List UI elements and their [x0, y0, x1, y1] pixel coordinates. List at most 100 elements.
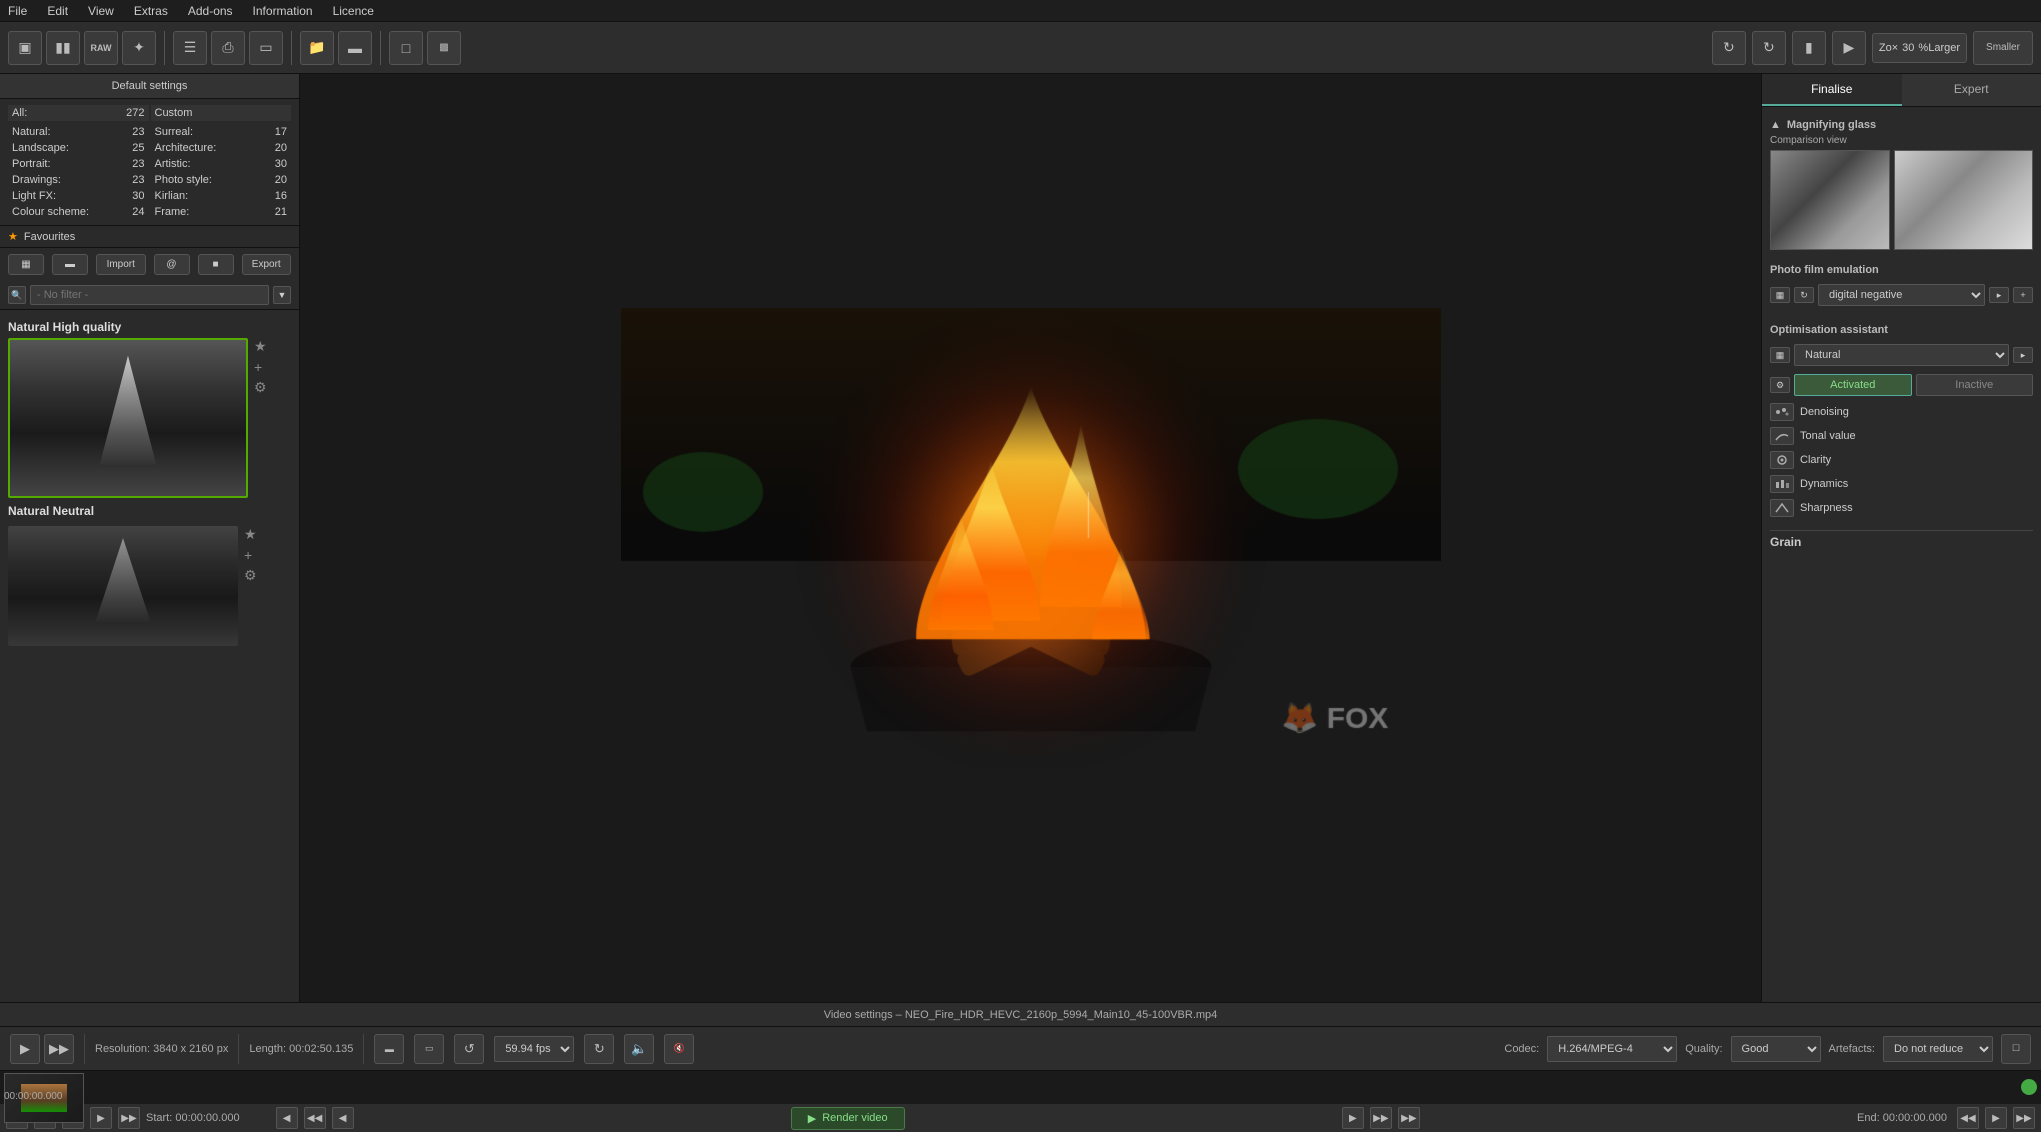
colour-label: Colour scheme: — [12, 206, 89, 218]
clarity-label: Clarity — [1800, 454, 2033, 466]
tb-smaller-btn[interactable]: Smaller — [1973, 31, 2033, 65]
photo-film-select[interactable]: digital negative — [1818, 284, 1985, 306]
activated-button[interactable]: Activated — [1794, 374, 1912, 396]
filter-search-input[interactable] — [30, 285, 269, 305]
natural-neutral-star-icon[interactable]: ★ — [244, 526, 257, 543]
grid-view2-button[interactable]: ■ — [198, 254, 234, 275]
tb-copy-button[interactable]: ▮▮ — [46, 31, 80, 65]
export-button[interactable]: Export — [242, 254, 292, 275]
play-button[interactable]: ▶ — [10, 1034, 40, 1064]
sharpness-row: Sharpness — [1770, 496, 2033, 520]
menu-file[interactable]: File — [8, 4, 27, 18]
timeline-timecode: 00:00:00.000 — [4, 1091, 62, 1102]
menu-view[interactable]: View — [88, 4, 114, 18]
tb-screen-button[interactable]: ▭ — [249, 31, 283, 65]
tab-finalise[interactable]: Finalise — [1762, 74, 1902, 106]
play-buttons: ▶ ▶▶ — [10, 1034, 74, 1064]
tb-clip-button[interactable]: ▬ — [338, 31, 372, 65]
frame-label: Frame: — [155, 206, 190, 218]
natural-neutral-settings-icon[interactable]: ⚙ — [244, 567, 257, 584]
tb-magic-button[interactable]: ✦ — [122, 31, 156, 65]
audio-refresh-btn[interactable]: ↻ — [584, 1034, 614, 1064]
import-button[interactable]: Import — [96, 254, 146, 275]
fps-select[interactable]: 59.94 fps — [494, 1036, 574, 1062]
tab-expert[interactable]: Expert — [1902, 74, 2041, 106]
menu-information[interactable]: Information — [253, 4, 313, 18]
center-area — [300, 74, 1761, 1002]
zoom-percent: 30 — [1902, 42, 1914, 54]
tb-new-button[interactable]: ▣ — [8, 31, 42, 65]
tb-crop-button[interactable]: □ — [389, 31, 423, 65]
nav-end-mark-button[interactable]: ◀◀ — [1957, 1107, 1979, 1129]
nav-last-button[interactable]: ▶▶ — [1398, 1107, 1420, 1129]
resolution-info: Resolution: 3840 x 2160 px — [95, 1043, 228, 1055]
controls-sep-1 — [84, 1034, 85, 1064]
list-view-button[interactable]: ▬ — [52, 254, 88, 275]
drawings-count: 23 — [132, 174, 144, 186]
menu-licence[interactable]: Licence — [333, 4, 374, 18]
photo-film-expand-icon[interactable]: ▸ — [1989, 287, 2009, 303]
nav-mark-start-button[interactable]: ◀ — [276, 1107, 298, 1129]
aspect-btn[interactable]: ▬ — [374, 1034, 404, 1064]
right-tabs: Finalise Expert — [1762, 74, 2041, 107]
clarity-icon — [1770, 451, 1794, 469]
tb-select-button[interactable]: ▩ — [427, 31, 461, 65]
nav-next-large-button[interactable]: ▶▶ — [118, 1107, 140, 1129]
lightfx-count: 30 — [132, 190, 144, 202]
natural-hq-thumbnail[interactable] — [8, 338, 248, 498]
nav-next-button[interactable]: ▶ — [90, 1107, 112, 1129]
fit-btn[interactable]: ▭ — [414, 1034, 444, 1064]
optimise-select[interactable]: Natural — [1794, 344, 2009, 366]
nav-next-frame-button[interactable]: ▶ — [1342, 1107, 1364, 1129]
at-button[interactable]: @ — [154, 254, 190, 275]
filter-dropdown-icon[interactable]: ▼ — [273, 286, 291, 304]
natural-neutral-thumbnail[interactable] — [8, 526, 238, 646]
render-button[interactable]: ▶ Render video — [791, 1107, 905, 1130]
tb-folder-button[interactable]: 📁 — [300, 31, 334, 65]
grid-view-button[interactable]: ▦ — [8, 254, 44, 275]
natural-hq-settings-icon[interactable]: ⚙ — [254, 379, 267, 396]
tb-print-button[interactable]: ⎙ — [211, 31, 245, 65]
timeline[interactable]: 00:00:00.000 — [0, 1071, 2041, 1104]
nav-end-last-button[interactable]: ▶▶ — [2013, 1107, 2035, 1129]
toolbar-right: ↻ ↻ ▮ ▶ Zo× 30 %Larger Smaller — [1712, 31, 2033, 65]
photo-film-add-icon[interactable]: + — [2013, 287, 2033, 303]
mute-btn[interactable]: 🔇 — [664, 1034, 694, 1064]
nav-next-large2-button[interactable]: ▶▶ — [1370, 1107, 1392, 1129]
natural-hq-star-icon[interactable]: ★ — [254, 338, 267, 355]
tb-raw-button[interactable]: RAW — [84, 31, 118, 65]
menu-addons[interactable]: Add-ons — [188, 4, 233, 18]
tb-save-button[interactable]: ☰ — [173, 31, 207, 65]
menu-edit[interactable]: Edit — [47, 4, 68, 18]
tb-compare-button[interactable]: ▮ — [1792, 31, 1826, 65]
play-loop-button[interactable]: ▶▶ — [44, 1034, 74, 1064]
tb-video-button[interactable]: ▶ — [1832, 31, 1866, 65]
natural-neutral-add-icon[interactable]: + — [244, 547, 257, 563]
natural-hq-add-icon[interactable]: + — [254, 359, 267, 375]
dynamics-row: Dynamics — [1770, 472, 2033, 496]
tb-refresh-button[interactable]: ↻ — [1712, 31, 1746, 65]
codec-select[interactable]: H.264/MPEG-4 — [1547, 1036, 1677, 1062]
zoom-larger-label: %Larger — [1918, 42, 1960, 54]
menu-extras[interactable]: Extras — [134, 4, 168, 18]
photo-film-refresh-icon[interactable]: ↻ — [1794, 287, 1814, 303]
nav-end-next-button[interactable]: ▶ — [1985, 1107, 2007, 1129]
all-count: 272 — [126, 107, 144, 119]
loop-btn[interactable]: ↺ — [454, 1034, 484, 1064]
artefacts-label: Artefacts: — [1829, 1043, 1875, 1055]
natural-count: 23 — [132, 126, 144, 138]
natural-hq-item: ★ + ⚙ — [8, 338, 291, 498]
volume-btn[interactable]: 🔈 — [624, 1034, 654, 1064]
artefacts-select[interactable]: Do not reduce — [1883, 1036, 1993, 1062]
nav-prev-small-button[interactable]: ◀ — [332, 1107, 354, 1129]
bottom-area: Video settings – NEO_Fire_HDR_HEVC_2160p… — [0, 1002, 2041, 1132]
tb-sync-button[interactable]: ↻ — [1752, 31, 1786, 65]
optimise-settings-icon[interactable]: ⚙ — [1770, 377, 1790, 393]
inactive-button[interactable]: Inactive — [1916, 374, 2034, 396]
quality-select[interactable]: Good — [1731, 1036, 1821, 1062]
optimise-expand-icon[interactable]: ▸ — [2013, 347, 2033, 363]
timeline-green-indicator — [2021, 1079, 2037, 1095]
nav-prev-frame-button[interactable]: ◀◀ — [304, 1107, 326, 1129]
screenshot-btn[interactable]: ☐ — [2001, 1034, 2031, 1064]
video-frame — [621, 308, 1441, 768]
